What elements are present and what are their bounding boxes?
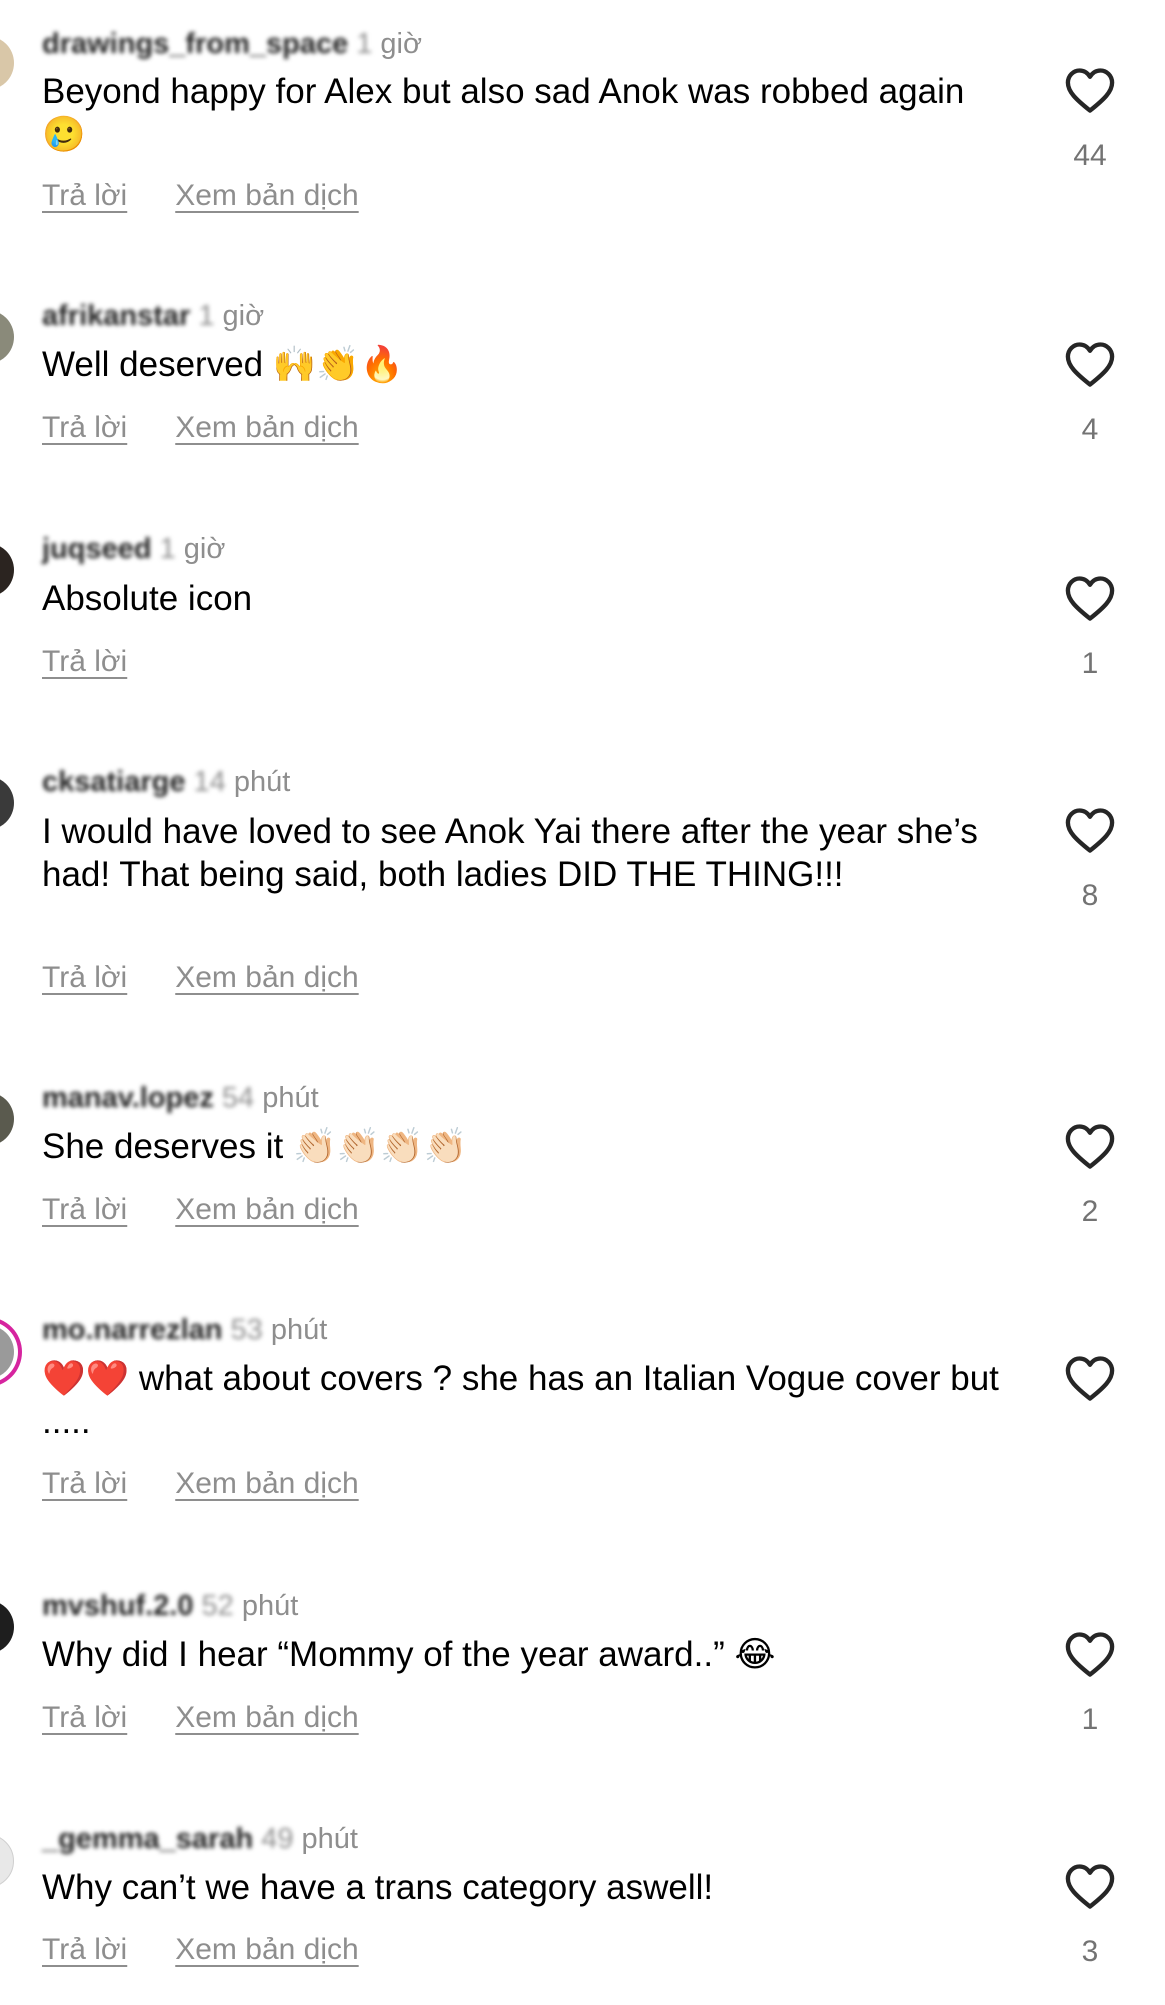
comment-actions: Trả lời Xem bản dịch — [42, 1190, 359, 1230]
username[interactable]: drawings_from_space — [42, 28, 348, 60]
comment-meta: _gemma_sarah 49 phút — [42, 1821, 358, 1857]
heart-icon[interactable] — [1064, 574, 1116, 622]
like-count: 8 — [1081, 879, 1099, 912]
username[interactable]: mvshuf.2.0 — [42, 1590, 194, 1622]
comment-meta: mvshuf.2.0 52 phút — [42, 1588, 298, 1624]
comment-text: Why can’t we have a trans category aswel… — [42, 1868, 714, 1907]
timestamp: 1 giờ — [198, 300, 265, 332]
timestamp: 14 phút — [193, 766, 291, 798]
translate-button[interactable]: Xem bản dịch — [175, 1698, 358, 1738]
reply-button[interactable]: Trả lời — [42, 1464, 127, 1504]
reply-button[interactable]: Trả lời — [42, 408, 127, 448]
comment-actions: Trả lời Xem bản dịch — [42, 1698, 359, 1738]
translate-button[interactable]: Xem bản dịch — [175, 1930, 358, 1970]
reply-button[interactable]: Trả lời — [42, 958, 127, 998]
heart-icon[interactable] — [1064, 1122, 1116, 1170]
heart-icon[interactable] — [1064, 340, 1116, 388]
heart-icon[interactable] — [1064, 806, 1116, 854]
comment-text: ❤️❤️ what about covers ? she has an Ital… — [42, 1359, 999, 1441]
translate-button[interactable]: Xem bản dịch — [175, 408, 358, 448]
username[interactable]: juqseed — [42, 533, 152, 565]
heart-icon[interactable] — [1064, 66, 1116, 114]
username[interactable]: cksatiarge — [42, 766, 186, 798]
comment-text: Beyond happy for Alex but also sad Anok … — [42, 72, 965, 154]
timestamp: 1 giờ — [356, 28, 423, 60]
translate-button[interactable]: Xem bản dịch — [175, 958, 358, 998]
heart-icon[interactable] — [1064, 1354, 1116, 1402]
comment-actions: Trả lời Xem bản dịch — [42, 408, 359, 448]
like-count: 2 — [1081, 1195, 1099, 1228]
like-count: 1 — [1081, 647, 1099, 680]
avatar[interactable] — [0, 543, 14, 597]
like-count: 3 — [1081, 1935, 1099, 1968]
comment-meta: afrikanstar 1 giờ — [42, 298, 264, 334]
comment-text: Well deserved 🙌👏🔥 — [42, 345, 404, 384]
timestamp: 1 giờ — [159, 533, 226, 565]
timestamp: 49 phút — [261, 1823, 358, 1855]
comment-text: She deserves it 👏🏻👏🏻👏🏻👏🏻 — [42, 1127, 468, 1166]
comment-actions: Trả lời Xem bản dịch — [42, 176, 359, 216]
reply-button[interactable]: Trả lời — [42, 1930, 127, 1970]
translate-button[interactable]: Xem bản dịch — [175, 176, 358, 216]
reply-button[interactable]: Trả lời — [42, 176, 127, 216]
reply-button[interactable]: Trả lời — [42, 642, 127, 682]
heart-icon[interactable] — [1064, 1862, 1116, 1910]
comment-meta: manav.lopez 54 phút — [42, 1080, 319, 1116]
comment-meta: drawings_from_space 1 giờ — [42, 26, 422, 62]
translate-button[interactable]: Xem bản dịch — [175, 1190, 358, 1230]
timestamp: 54 phút — [221, 1082, 319, 1114]
like-count: 44 — [1073, 139, 1107, 172]
comment-meta: juqseed 1 giờ — [42, 531, 225, 567]
avatar[interactable] — [0, 1325, 14, 1379]
comment-actions: Trả lời Xem bản dịch — [42, 958, 359, 998]
reply-button[interactable]: Trả lời — [42, 1190, 127, 1230]
avatar[interactable] — [0, 1092, 14, 1146]
comment-meta: cksatiarge 14 phút — [42, 764, 290, 800]
timestamp: 53 phút — [230, 1314, 328, 1346]
username[interactable]: afrikanstar — [42, 300, 190, 332]
comment-text: Why did I hear “Mommy of the year award.… — [42, 1635, 776, 1674]
like-count: 4 — [1081, 413, 1099, 446]
timestamp: 52 phút — [201, 1590, 299, 1622]
avatar[interactable] — [0, 1834, 14, 1888]
comment-actions: Trả lời Xem bản dịch — [42, 1930, 359, 1970]
comment-text: I would have loved to see Anok Yai there… — [42, 812, 978, 894]
comment-actions: Trả lời Xem bản dịch — [42, 1464, 359, 1504]
comment-text: Absolute icon — [42, 579, 253, 618]
username[interactable]: manav.lopez — [42, 1082, 214, 1114]
avatar[interactable] — [0, 36, 14, 90]
heart-icon[interactable] — [1064, 1630, 1116, 1678]
username[interactable]: mo.narrezlan — [42, 1314, 223, 1346]
username[interactable]: _gemma_sarah — [42, 1823, 253, 1855]
avatar[interactable] — [0, 1600, 14, 1654]
comment-actions: Trả lời — [42, 642, 127, 682]
like-count: 1 — [1081, 1703, 1099, 1736]
translate-button[interactable]: Xem bản dịch — [175, 1464, 358, 1504]
comment-meta: mo.narrezlan 53 phút — [42, 1312, 327, 1348]
reply-button[interactable]: Trả lời — [42, 1698, 127, 1738]
avatar[interactable] — [0, 776, 14, 830]
avatar[interactable] — [0, 310, 14, 364]
